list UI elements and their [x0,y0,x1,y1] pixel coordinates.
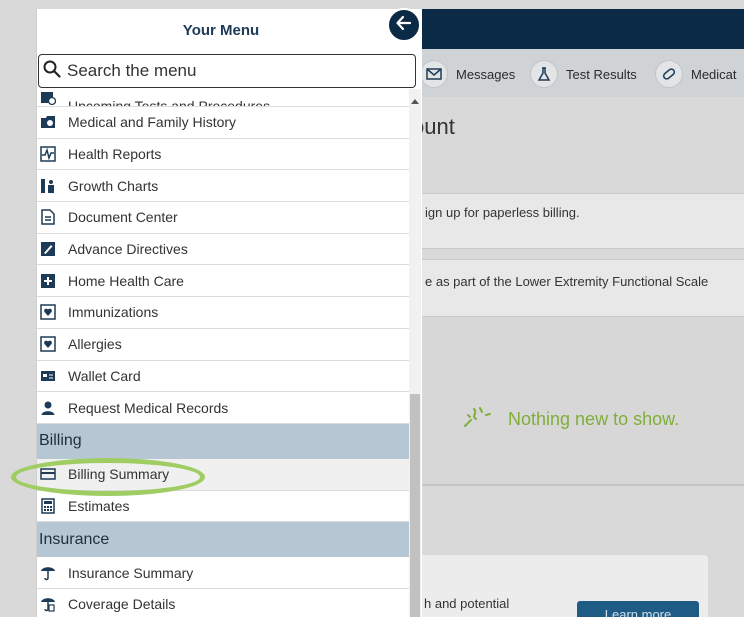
pen-icon [39,240,57,258]
menu-item-label: Home Health Care [68,272,184,289]
close-menu-button[interactable] [387,8,421,42]
section-header-insurance: Insurance [37,522,409,558]
quick-link-label: Test Results [566,66,637,82]
empty-state: Nothing new to show. [462,405,679,434]
quick-link-label: Medicat [691,66,737,82]
umbrella-icon [39,564,57,582]
quick-link-medications[interactable]: Medicat [655,60,737,88]
shield-heart-icon [39,303,57,321]
menu-item-label: Upcoming Tests and Procedures [68,98,271,107]
menu-item-insurance-summary[interactable]: Insurance Summary [37,557,409,589]
menu-item-medical-family-history[interactable]: Medical and Family History [37,107,409,139]
menu-item-label: Estimates [68,497,130,514]
search-input[interactable] [67,61,397,81]
allergy-icon [39,335,57,353]
menu-item-immunizations[interactable]: Immunizations [37,297,409,329]
calendar-icon [39,89,57,106]
scrollbar-thumb[interactable] [410,394,420,617]
menu-item-document-center[interactable]: Document Center [37,202,409,234]
menu-item-coverage-details[interactable]: Coverage Details [37,588,409,617]
notice-text-questionnaire: e as part of the Lower Extremity Functio… [425,274,709,289]
menu-item-label: Coverage Details [68,596,176,613]
document-icon [39,208,57,226]
menu-item-wallet-card[interactable]: Wallet Card [37,360,409,393]
search-icon [43,60,61,83]
arrow-left-icon [394,13,414,38]
menu-item-label: Request Medical Records [68,399,229,416]
menu-item-billing-summary[interactable]: Billing Summary [37,458,409,491]
menu-item-label: Document Center [68,209,178,226]
flask-icon [530,60,558,88]
menu-item-label: Immunizations [68,304,159,321]
folder-icon [39,113,57,131]
scroll-up-arrow-icon[interactable] [411,99,419,104]
menu-item-label: Medical and Family History [68,114,237,131]
menu-header: Your Menu [37,9,422,51]
menu-item-label: Allergies [68,336,122,353]
menu-panel: Your Menu Upcoming Tests and Procedures … [36,9,422,617]
menu-item-label: Health Reports [68,146,162,163]
umbrella-coverage-icon [39,595,57,613]
search-box[interactable] [38,54,416,88]
menu-item-label: Insurance Summary [68,564,194,581]
menu-item-advance-directives[interactable]: Advance Directives [37,233,409,266]
chart-pulse-icon [39,145,57,163]
menu-item-request-medical-records[interactable]: Request Medical Records [37,392,409,424]
notice-card-paperless [412,193,744,249]
quick-link-messages[interactable]: Messages [420,60,515,88]
menu-item-label: Billing Summary [68,466,170,483]
menu-item-upcoming-tests[interactable]: Upcoming Tests and Procedures [37,89,409,107]
menu-item-label: Wallet Card [68,367,141,384]
menu-item-label: Advance Directives [68,241,188,258]
menu-item-label: Growth Charts [68,177,159,194]
credit-card-icon [39,465,57,483]
screen: Messages Test Results Medicat ount ign u… [0,0,744,617]
quick-link-test-results[interactable]: Test Results [530,60,637,88]
menu-item-allergies[interactable]: Allergies [37,328,409,361]
menu-item-growth-charts[interactable]: Growth Charts [37,170,409,203]
pill-icon [655,60,683,88]
confetti-icon [462,405,494,434]
notice-text-paperless: ign up for paperless billing. [425,205,580,220]
section-header-billing: Billing [37,423,409,459]
promo-text: h and potential [424,596,510,611]
menu-scrollbar[interactable] [409,89,421,617]
medical-kit-icon [39,272,57,290]
menu-list: Upcoming Tests and Procedures Medical an… [37,89,409,617]
menu-item-estimates[interactable]: Estimates [37,490,409,523]
empty-state-text: Nothing new to show. [508,409,680,429]
envelope-icon [420,60,448,88]
activity-panel [412,318,744,486]
calculator-icon [39,497,57,515]
menu-item-home-health-care[interactable]: Home Health Care [37,265,409,298]
menu-title: Your Menu [182,21,260,39]
menu-item-health-reports[interactable]: Health Reports [37,138,409,171]
wallet-card-icon [39,367,57,385]
learn-more-button[interactable]: Learn more [577,601,699,617]
person-icon [39,399,57,417]
growth-chart-icon [39,177,57,195]
quick-link-label: Messages [456,66,516,82]
